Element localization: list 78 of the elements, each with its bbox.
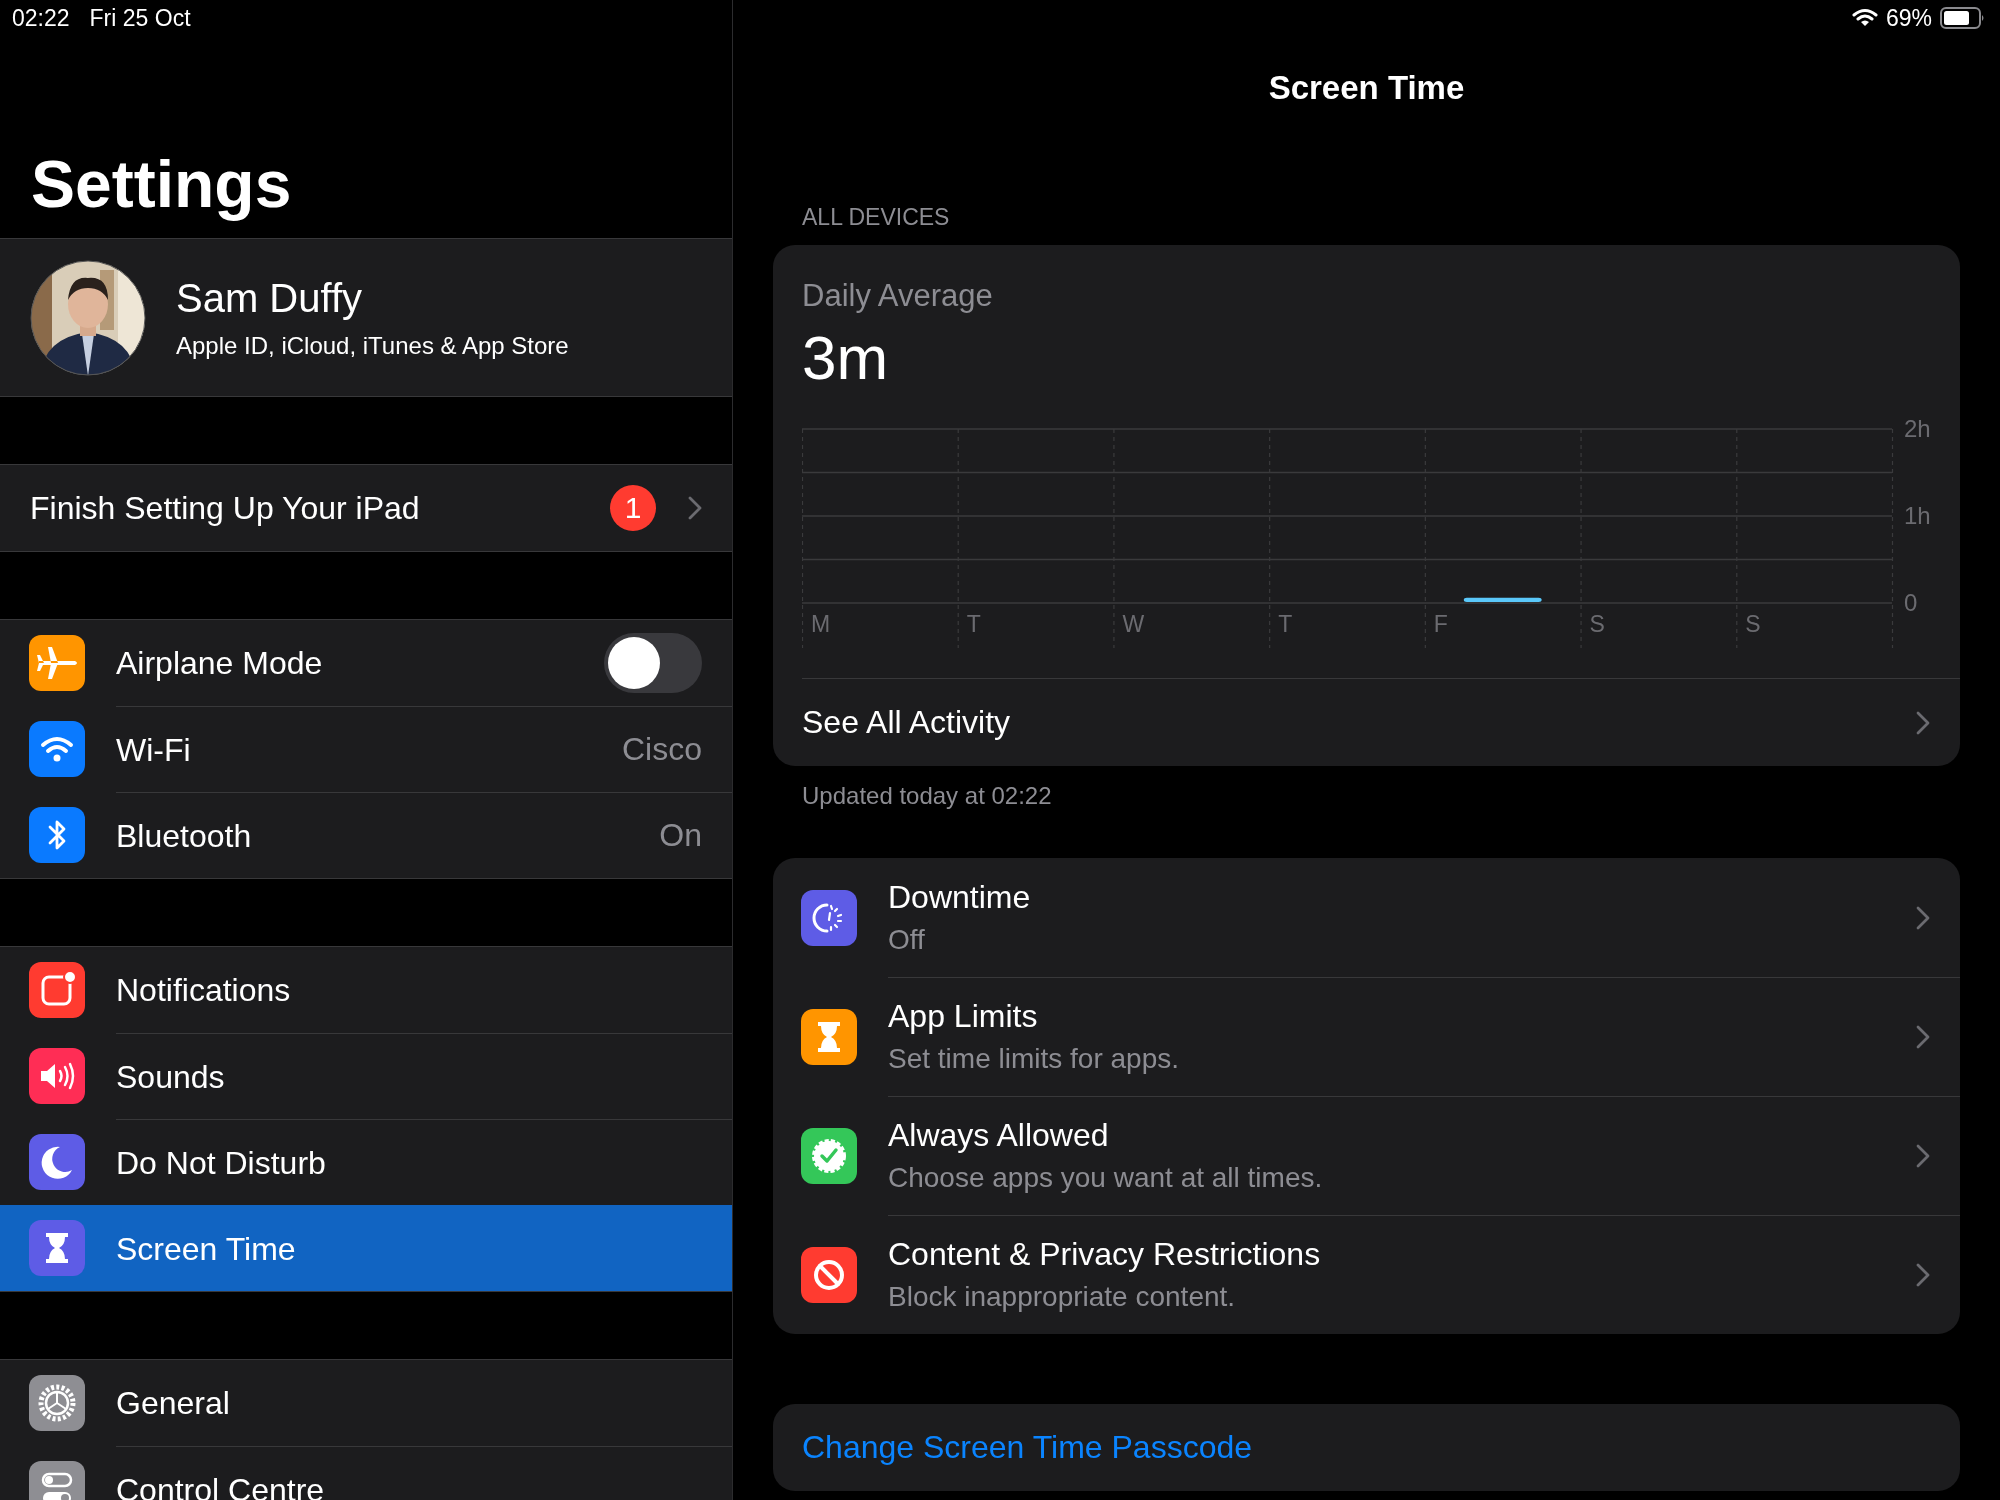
settings-row[interactable]: Wi-Fi Cisco [0, 706, 732, 792]
row-label: Control Centre [116, 1474, 325, 1500]
axis-label: S [1745, 611, 1761, 637]
option-row[interactable]: Content & Privacy Restrictions Block inappropriate content. [773, 1215, 1960, 1334]
row-label: Do Not Disturb [116, 1147, 326, 1178]
settings-row[interactable]: Finish Setting Up Your iPad 1 [0, 465, 732, 551]
row-label: Sounds [116, 1061, 225, 1092]
option-subtitle: Off [888, 922, 926, 957]
profile-name: Sam Duffy [176, 274, 363, 322]
option-title: Always Allowed [888, 1116, 1110, 1155]
row-label: Wi-Fi [116, 734, 191, 765]
axis-label: F [1433, 611, 1448, 637]
row-value: Cisco [622, 731, 702, 768]
chevron-icon [1916, 1025, 1930, 1049]
axis-label: 2h [1904, 420, 1931, 442]
chevron-icon [1916, 710, 1930, 735]
axis-label: 1h [1904, 502, 1931, 529]
axis-label: W [1122, 611, 1145, 637]
option-subtitle: Set time limits for apps. [888, 1042, 1179, 1076]
axis-label: 0 [1904, 589, 1918, 616]
axis-label: T [966, 611, 981, 637]
battery-icon [1940, 7, 1986, 29]
status-time: 02:22 [12, 4, 70, 32]
no-entry-icon [801, 1246, 857, 1303]
option-subtitle: Choose apps you want at all times. [888, 1161, 1323, 1195]
hourglass-icon [29, 1220, 85, 1276]
row-label: General [116, 1388, 230, 1418]
row-value: On [659, 817, 702, 854]
chevron-icon [1916, 905, 1930, 930]
speaker-icon [29, 1048, 85, 1104]
row-label: Bluetooth [116, 820, 252, 851]
hourglass-icon [801, 1008, 857, 1065]
option-title: Downtime [888, 877, 1031, 917]
option-row[interactable]: App Limits Set time limits for apps. [773, 977, 1960, 1096]
wifi-signal-icon [1851, 8, 1878, 28]
settings-row[interactable]: Notifications [0, 947, 732, 1033]
settings-row[interactable]: Do Not Disturb [0, 1119, 732, 1205]
section-header: ALL DEVICES [802, 203, 951, 231]
notifications-icon [29, 962, 85, 1018]
profile-subtitle: Apple ID, iCloud, iTunes & App Store [176, 330, 569, 361]
option-title: App Limits [888, 997, 1039, 1036]
chevron-icon [688, 496, 702, 520]
sidebar-title: Settings [31, 146, 292, 223]
option-title: Content & Privacy Restrictions [888, 1235, 1321, 1274]
axis-label: T [1278, 611, 1293, 637]
airplane-icon [29, 635, 85, 691]
chevron-icon [1916, 1263, 1930, 1287]
moon-icon [29, 1134, 85, 1190]
row-label: See All Activity [802, 704, 1011, 741]
gear-icon [29, 1375, 85, 1431]
change-passcode-link[interactable]: Change Screen Time Passcode [802, 1429, 1253, 1466]
settings-row[interactable]: Airplane Mode [0, 620, 732, 706]
updated-caption: Updated today at 02:22 [802, 782, 1053, 810]
profile-row[interactable]: Sam Duffy Apple ID, iCloud, iTunes & App Store [0, 238, 732, 397]
axis-label: S [1589, 611, 1605, 637]
status-date: Fri 25 Oct [89, 4, 191, 32]
axis-label: M [811, 611, 831, 637]
row-label: Screen Time [116, 1233, 296, 1264]
check-badge-icon [801, 1127, 857, 1184]
wifi-icon [29, 721, 85, 777]
notification-badge: 1 [610, 485, 656, 531]
option-subtitle: Block inappropriate content. [888, 1280, 1237, 1314]
daily-average-label: Daily Average [802, 277, 994, 315]
settings-row[interactable]: Sounds [0, 1033, 732, 1119]
row-label: Notifications [116, 975, 291, 1005]
settings-row[interactable]: Bluetooth On [0, 792, 732, 878]
bluetooth-icon [29, 807, 85, 863]
page-title: Screen Time [1268, 69, 1465, 107]
chevron-icon [1916, 1144, 1930, 1168]
battery-percentage: 69% [1885, 4, 1932, 32]
option-row[interactable]: Downtime Off [773, 858, 1960, 977]
option-row[interactable]: Always Allowed Choose apps you want at all times. [773, 1096, 1960, 1215]
daily-average-value: 3m [802, 323, 890, 393]
settings-row[interactable]: Screen Time [0, 1205, 732, 1291]
settings-row[interactable]: General [0, 1360, 732, 1446]
moon-clock-icon [801, 889, 857, 946]
see-all-activity-row[interactable]: See All Activity [802, 678, 1960, 766]
settings-row[interactable]: Control Centre [0, 1446, 732, 1500]
